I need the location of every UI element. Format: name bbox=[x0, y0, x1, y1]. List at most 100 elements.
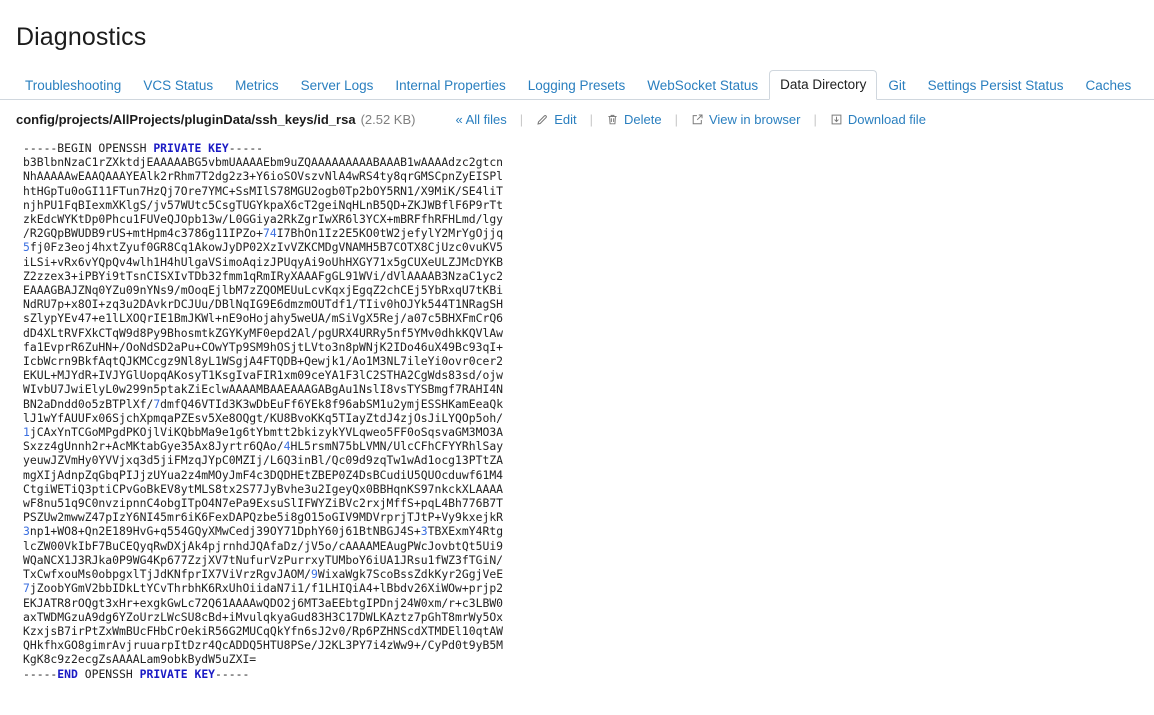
text-token: sZlypYEv47+e1lLXOQrIE1BmJKWl+nE9oHojahy5… bbox=[23, 311, 504, 326]
text-token: TBXExmY4Rtg bbox=[427, 524, 504, 539]
action-label: View in browser bbox=[708, 112, 801, 127]
text-token: jCAxYnTCGoMPgdPKOjlViKQbbMa9e1g6tYbmtt2b… bbox=[29, 425, 504, 440]
text-token: iLSi+vRx6vYQpQv4wlh1H4hUlgaVSimoAqizJPUq… bbox=[23, 254, 504, 269]
text-token: ----- bbox=[228, 141, 264, 155]
file-content-line: EKUL+MJYdR+IVJYGlUopqAKosyT1KsgIvaFIR1xm… bbox=[23, 368, 503, 382]
file-content-line: htHGpTu0oGI11FTun7HzQj7Ore7YMC+SsMIlS78M… bbox=[23, 184, 503, 198]
tab-label: Troubleshooting bbox=[25, 78, 122, 93]
file-content-viewer: -----BEGIN OPENSSH PRIVATE KEY----- b3Bl… bbox=[23, 141, 1154, 681]
trash-icon bbox=[606, 113, 619, 126]
tab-data-directory[interactable]: Data Directory bbox=[769, 70, 878, 100]
external-link-icon bbox=[691, 113, 704, 126]
text-token: ----- bbox=[215, 666, 250, 681]
number-token: 7 bbox=[23, 581, 30, 596]
file-content-line: njhPU1FqBIexmXKlgS/jv57WUtc5CsgTUGYkpaX6… bbox=[23, 198, 503, 212]
text-token: WIvbU7JwiElyL0w299n5ptakZiEclwAAAAMBAAEA… bbox=[23, 382, 504, 397]
tab-label: Logging Presets bbox=[527, 78, 626, 93]
number-token: 3 bbox=[420, 524, 428, 539]
file-content-line: BN2aDndd0o5zBTPlXf/7dmfQ46VTId3K3wDbEuFf… bbox=[23, 397, 503, 411]
keyword-token: PRIVATE KEY bbox=[139, 666, 216, 681]
tab-label: WebSocket Status bbox=[647, 78, 759, 93]
tab-server-logs[interactable]: Server Logs bbox=[290, 71, 385, 100]
file-actions: « All files | Edit | Delete | View in browser |… bbox=[453, 112, 927, 127]
text-token: HL5rsmN75bLVMN/UlcCFhCFYYRhlSay bbox=[290, 439, 504, 454]
tab-websocket-status[interactable]: WebSocket Status bbox=[636, 71, 769, 100]
file-content-line: PSZUw2mwwZ47pIzY6NI45mr6iK6FexDAPQzbe5i8… bbox=[23, 510, 503, 524]
tab-logging-presets[interactable]: Logging Presets bbox=[517, 71, 637, 100]
action-separator: | bbox=[519, 112, 524, 127]
action-all-files[interactable]: « All files bbox=[453, 112, 508, 127]
text-token: Sxzz4gUnnh2r+AcMKtabGye35Ax8Jyrtr6QAo/ bbox=[23, 439, 284, 454]
file-content-line: WQaNCX1J3RJka0P9WG4Kp677ZzjXV7tNufurVzPu… bbox=[23, 553, 503, 567]
tab-label: Metrics bbox=[235, 78, 279, 93]
action-separator: | bbox=[813, 112, 817, 127]
text-token: ----- bbox=[23, 666, 58, 681]
text-token: -----BEGIN OPENSSH bbox=[23, 141, 154, 155]
file-content-line: fa1EvprR6ZuHN+/OoNdSD2aPu+COwYTp9SM9hOSj… bbox=[23, 340, 503, 354]
tab-caches[interactable]: Caches bbox=[1074, 71, 1142, 100]
tab-label: Settings Persist Status bbox=[927, 78, 1064, 93]
file-content-line: iLSi+vRx6vYQpQv4wlh1H4hUlgaVSimoAqizJPUq… bbox=[23, 255, 503, 269]
tab-metrics[interactable]: Metrics bbox=[224, 71, 290, 100]
file-size-text: (2.52 KB) bbox=[360, 112, 416, 127]
pencil-icon bbox=[536, 113, 549, 126]
file-content-line: b3BlbnNzaC1rZXktdjEAAAAABG5vbmUAAAAEbm9u… bbox=[23, 155, 503, 169]
file-content-line: sZlypYEv47+e1lLXOQrIE1BmJKWl+nE9oHojahy5… bbox=[23, 311, 503, 325]
file-content-line: lJ1wYfAUUFx06SjchXpmqaPZEsv5Xe8OQgt/KU8B… bbox=[23, 411, 503, 425]
action-delete[interactable]: Delete bbox=[604, 112, 664, 127]
page-title: Diagnostics bbox=[16, 23, 147, 51]
tab-label: Internal Properties bbox=[395, 78, 506, 93]
tab-git[interactable]: Git bbox=[877, 71, 916, 100]
action-label: Download file bbox=[847, 112, 926, 127]
file-content-line: -----END OPENSSH PRIVATE KEY----- bbox=[23, 667, 249, 681]
text-token: htHGpTu0oGI11FTun7HzQj7Ore7YMC+SsMIlS78M… bbox=[23, 183, 504, 198]
tab-internal-properties[interactable]: Internal Properties bbox=[384, 71, 516, 100]
action-edit[interactable]: Edit bbox=[534, 112, 578, 127]
text-token: WixaWgk7ScoBssZdkKyr2GgjVeE bbox=[317, 567, 504, 582]
tab-vcs-status[interactable]: VCS Status bbox=[132, 71, 224, 100]
file-content-line: yeuwJZVmHy0YVVjxq3d5jiFMzqJYpC0MZIj/L6Q3… bbox=[23, 453, 503, 467]
text-token: OPENSSH bbox=[77, 666, 140, 681]
file-content-line: zkEdcWYKtDp0Phcu1FUVeQJOpb13w/L0GGiya2Rk… bbox=[23, 212, 503, 226]
file-content-line: /R2GQpBWUDB9rUS+mtHpm4c3786g11IPZo+74I7B… bbox=[23, 226, 503, 240]
number-token: 5 bbox=[23, 240, 30, 255]
text-token: fj0Fz3eoj4hxtZyuf0GR8Cq1AkowJyDP02XzIvVZ… bbox=[29, 240, 504, 255]
tab-settings-persist-status[interactable]: Settings Persist Status bbox=[917, 71, 1075, 100]
text-token: I7BhOn1Iz2E5KO0tW2jefylY2MrYgOjjq bbox=[276, 226, 504, 241]
file-path-label: config/projects/AllProjects/pluginData/s… bbox=[16, 112, 415, 127]
tab-label: VCS Status bbox=[143, 78, 214, 93]
action-label: « All files bbox=[455, 112, 507, 127]
text-token: PSZUw2mwwZ47pIzY6NI45mr6iK6FexDAPQzbe5i8… bbox=[23, 510, 504, 525]
file-content-line: EAAAGBAJZNq0YZu09nYNs9/mOoqEjlbM7zZQOMEU… bbox=[23, 283, 503, 297]
text-token: b3BlbnNzaC1rZXktdjEAAAAABG5vbmUAAAAEbm9u… bbox=[23, 155, 504, 170]
diagnostics-tab-bar: Troubleshooting VCS Status Metrics Server L… bbox=[0, 70, 1154, 100]
text-token: QHkfhxGO8gimrAvjruuarpItDzr4QcADDQ5HTU8P… bbox=[23, 638, 504, 653]
download-icon bbox=[830, 113, 843, 126]
file-content-line: NdRU7p+x8OI+zq3u2DAvkrDCJUu/DBlNqIG9E6dm… bbox=[23, 297, 503, 311]
text-token: NdRU7p+x8OI+zq3u2DAvkrDCJUu/DBlNqIG9E6dm… bbox=[23, 297, 504, 312]
action-download-file[interactable]: Download file bbox=[828, 112, 928, 127]
file-content-line: 1jCAxYnTCGoMPgdPKOjlViKQbbMa9e1g6tYbmtt2… bbox=[23, 425, 503, 439]
number-token: 9 bbox=[311, 567, 318, 582]
text-token: EKUL+MJYdR+IVJYGlUopqAKosyT1KsgIvaFIR1xm… bbox=[23, 368, 504, 383]
text-token: TxCwfxouMs0obpgxlTjJdKNfprIX7ViVrzRgvJAO… bbox=[23, 567, 312, 582]
tab-troubleshooting[interactable]: Troubleshooting bbox=[14, 71, 132, 100]
text-token: WQaNCX1J3RJka0P9WG4Kp677ZzjXV7tNufurVzPu… bbox=[23, 552, 504, 567]
file-content-line: TxCwfxouMs0obpgxlTjJdKNfprIX7ViVrzRgvJAO… bbox=[23, 567, 503, 581]
action-separator: | bbox=[589, 112, 593, 127]
text-token: KgK8c9z2ecgZsAAAALam9obkBydW5uZXI= bbox=[23, 652, 257, 667]
action-view-in-browser[interactable]: View in browser bbox=[689, 112, 803, 127]
tab-label: Data Directory bbox=[780, 77, 867, 92]
text-token: wF8nu51q9C0nvzipnnC4obgITpO4N7ePa9ExsuSl… bbox=[23, 496, 504, 511]
file-content-line: -----BEGIN OPENSSH PRIVATE KEY----- bbox=[23, 141, 263, 155]
file-content-line: mgXIjAdnpZqGbqPIJjzUYua2z4mMOyJmF4c3DQDH… bbox=[23, 468, 503, 482]
text-token: IcbWcrn9BkfAqtQJKMCcgz9Nl8yL1WSgjA4FTQDB… bbox=[23, 354, 504, 369]
file-path-text: config/projects/AllProjects/pluginData/s… bbox=[16, 112, 356, 127]
file-content-line: 5fj0Fz3eoj4hxtZyuf0GR8Cq1AkowJyDP02XzIvV… bbox=[23, 240, 503, 254]
file-content-line: wF8nu51q9C0nvzipnnC4obgITpO4N7ePa9ExsuSl… bbox=[23, 496, 503, 510]
text-token: jZoobYGmV2bbIDkLtYCvThrbhK6RxUhOiidaN7i1… bbox=[29, 581, 504, 596]
text-token: zkEdcWYKtDp0Phcu1FUVeQJOpb13w/L0GGiya2Rk… bbox=[23, 212, 504, 227]
file-action-toolbar: config/projects/AllProjects/pluginData/s… bbox=[0, 100, 1154, 127]
text-token: dmfQ46VTId3K3wDbEuFf6YEk8f96abSM1u2ymjES… bbox=[160, 396, 504, 411]
text-token: lJ1wYfAUUFx06SjchXpmqaPZEsv5Xe8OQgt/KU8B… bbox=[23, 410, 504, 425]
